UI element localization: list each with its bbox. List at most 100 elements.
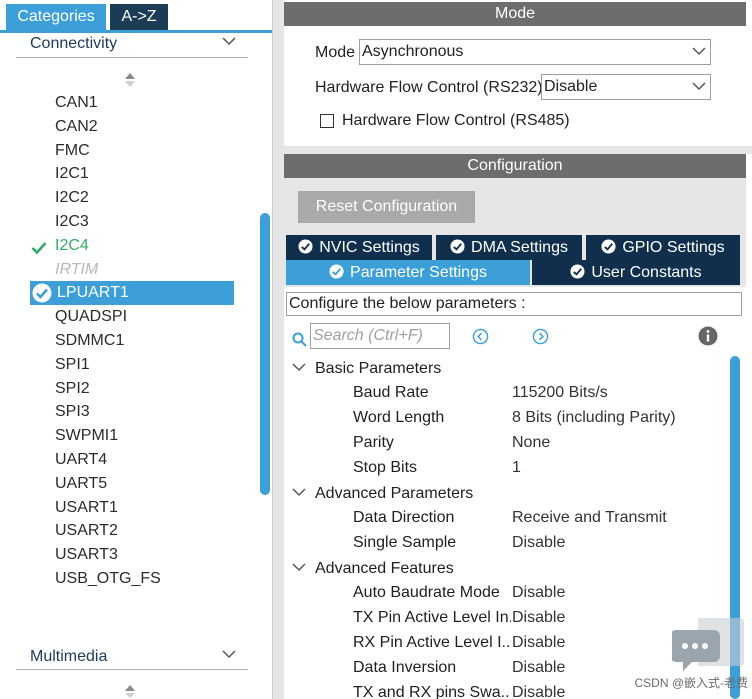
mode-select[interactable]: Asynchronous [359, 39, 711, 65]
param-value[interactable]: Disable [512, 655, 565, 680]
peripheral-item-spi2[interactable]: SPI2 [55, 377, 90, 401]
param-name[interactable]: RX Pin Active Level I... [353, 630, 511, 655]
peripheral-label: UART5 [55, 474, 108, 492]
param-value[interactable]: Disable [512, 580, 565, 605]
rs485-checkbox[interactable] [320, 114, 334, 128]
peripheral-label: SPI1 [55, 355, 90, 373]
peripheral-item-uart4[interactable]: UART4 [55, 448, 107, 472]
peripheral-item-usart3[interactable]: USART3 [55, 543, 118, 567]
peripheral-label: CAN2 [55, 117, 98, 135]
tab-a-to-z[interactable]: A->Z [110, 4, 168, 30]
category-tabs: Categories A->Z [0, 4, 272, 30]
tab-label: GPIO Settings [622, 239, 725, 256]
tab-label: DMA Settings [471, 239, 568, 256]
connectivity-label: Connectivity [30, 35, 118, 52]
sort-icon[interactable] [124, 72, 136, 88]
hw-flow-select-value: Disable [544, 78, 598, 95]
param-group-label: Advanced Features [315, 560, 454, 577]
peripheral-item-can1[interactable]: CAN1 [55, 91, 98, 115]
param-name[interactable]: TX Pin Active Level In... [353, 605, 511, 630]
param-name[interactable]: Data Inversion [353, 655, 511, 680]
chevron-down-icon[interactable] [292, 355, 306, 372]
param-value[interactable]: Disable [512, 680, 565, 699]
param-group-label: Basic Parameters [315, 360, 442, 377]
peripheral-label: USART1 [55, 498, 118, 516]
peripheral-item-lpuart1[interactable]: LPUART1 [30, 281, 234, 306]
search-icon[interactable] [292, 332, 308, 348]
check-circle-icon [570, 262, 585, 279]
reset-configuration-button[interactable]: Reset Configuration [298, 191, 475, 223]
param-value[interactable]: None [512, 430, 550, 455]
check-circle-icon [329, 262, 344, 279]
param-value[interactable]: Disable [512, 530, 565, 555]
connectivity-header[interactable]: Connectivity [16, 32, 248, 58]
peripheral-item-i2c3[interactable]: I2C3 [55, 210, 89, 234]
param-group-advanced-parameters[interactable]: Advanced Parameters [292, 480, 473, 505]
param-value[interactable]: Receive and Transmit [512, 505, 667, 530]
tab-parameter-settings[interactable]: Parameter Settings [286, 260, 530, 285]
param-group-advanced-features[interactable]: Advanced Features [292, 555, 454, 580]
right-panel: Mode Mode Asynchronous Hardware Flow Con… [284, 0, 752, 699]
param-value[interactable]: Disable [512, 630, 565, 655]
tab-gpio-settings[interactable]: GPIO Settings [586, 235, 740, 260]
peripheral-item-usart1[interactable]: USART1 [55, 496, 118, 520]
left-panel: Categories A->Z Connectivity CAN1 CAN2 FMC… [0, 0, 272, 699]
info-icon[interactable] [698, 326, 718, 346]
chevron-down-icon[interactable] [222, 649, 236, 661]
tab-nvic-settings[interactable]: NVIC Settings [286, 235, 432, 260]
param-group-basic-parameters[interactable]: Basic Parameters [292, 355, 441, 380]
chat-icon [670, 616, 744, 678]
next-match-icon[interactable] [532, 328, 549, 345]
param-value[interactable]: 115200 Bits/s [512, 380, 608, 405]
peripheral-label: SDMMC1 [55, 332, 125, 349]
peripheral-item-fmc[interactable]: FMC [55, 139, 90, 163]
peripheral-item-swpmi1[interactable]: SWPMI1 [55, 424, 118, 448]
peripheral-label: SWPMI1 [55, 427, 119, 445]
tab-dma-settings[interactable]: DMA Settings [436, 235, 582, 260]
peripheral-label: I2C3 [55, 213, 89, 230]
multimedia-header[interactable]: Multimedia [16, 644, 248, 670]
param-value[interactable]: 1 [512, 455, 521, 480]
param-name[interactable]: Data Direction [353, 505, 511, 530]
peripheral-item-irtim[interactable]: IRTIM [55, 258, 98, 282]
param-name[interactable]: Single Sample [353, 530, 511, 555]
sort-icon[interactable] [124, 684, 136, 699]
param-name[interactable]: Auto Baudrate Mode [353, 580, 511, 605]
multimedia-label: Multimedia [30, 648, 108, 665]
chevron-down-icon[interactable] [222, 36, 236, 48]
peripheral-item-usart2[interactable]: USART2 [55, 519, 118, 543]
peripheral-item-usb_otg_fs[interactable]: USB_OTG_FS [55, 567, 161, 591]
param-name[interactable]: TX and RX pins Swa... [353, 680, 511, 699]
peripheral-item-can2[interactable]: CAN2 [55, 115, 98, 139]
chevron-down-icon[interactable] [292, 555, 306, 572]
peripheral-item-quadspi[interactable]: QUADSPI [55, 305, 127, 329]
search-input[interactable] [310, 323, 450, 349]
left-scrollbar-thumb[interactable] [260, 213, 270, 495]
peripheral-item-sdmmc1[interactable]: SDMMC1 [55, 329, 124, 353]
param-name[interactable]: Parity [353, 430, 511, 455]
check-circle-icon [601, 237, 616, 254]
peripheral-label: SPI2 [55, 379, 90, 397]
peripheral-item-i2c4[interactable]: I2C4 [31, 234, 89, 258]
panel-divider[interactable] [272, 0, 284, 699]
param-value[interactable]: 8 Bits (including Parity) [512, 405, 676, 430]
prev-match-icon[interactable] [472, 328, 489, 345]
chevron-down-icon[interactable] [292, 480, 306, 497]
tab-user-constants[interactable]: User Constants [532, 260, 740, 285]
peripheral-item-i2c2[interactable]: I2C2 [55, 186, 89, 210]
peripheral-item-spi3[interactable]: SPI3 [55, 400, 90, 424]
param-value[interactable]: Disable [512, 605, 565, 630]
mode-label: Mode [315, 44, 356, 61]
param-name[interactable]: Word Length [353, 405, 511, 430]
watermark: CSDN @嵌入式-老费 [634, 676, 748, 690]
peripheral-item-i2c1[interactable]: I2C1 [55, 162, 89, 186]
section-gap [284, 146, 752, 154]
tab-categories[interactable]: Categories [6, 4, 106, 30]
peripheral-item-spi1[interactable]: SPI1 [55, 353, 90, 377]
param-name[interactable]: Stop Bits [353, 455, 511, 480]
peripheral-label: QUADSPI [55, 308, 128, 326]
peripheral-item-uart5[interactable]: UART5 [55, 472, 107, 496]
param-name[interactable]: Baud Rate [353, 380, 511, 405]
hw-flow-select[interactable]: Disable [541, 74, 711, 100]
parameter-note: Configure the below parameters : [286, 292, 742, 316]
